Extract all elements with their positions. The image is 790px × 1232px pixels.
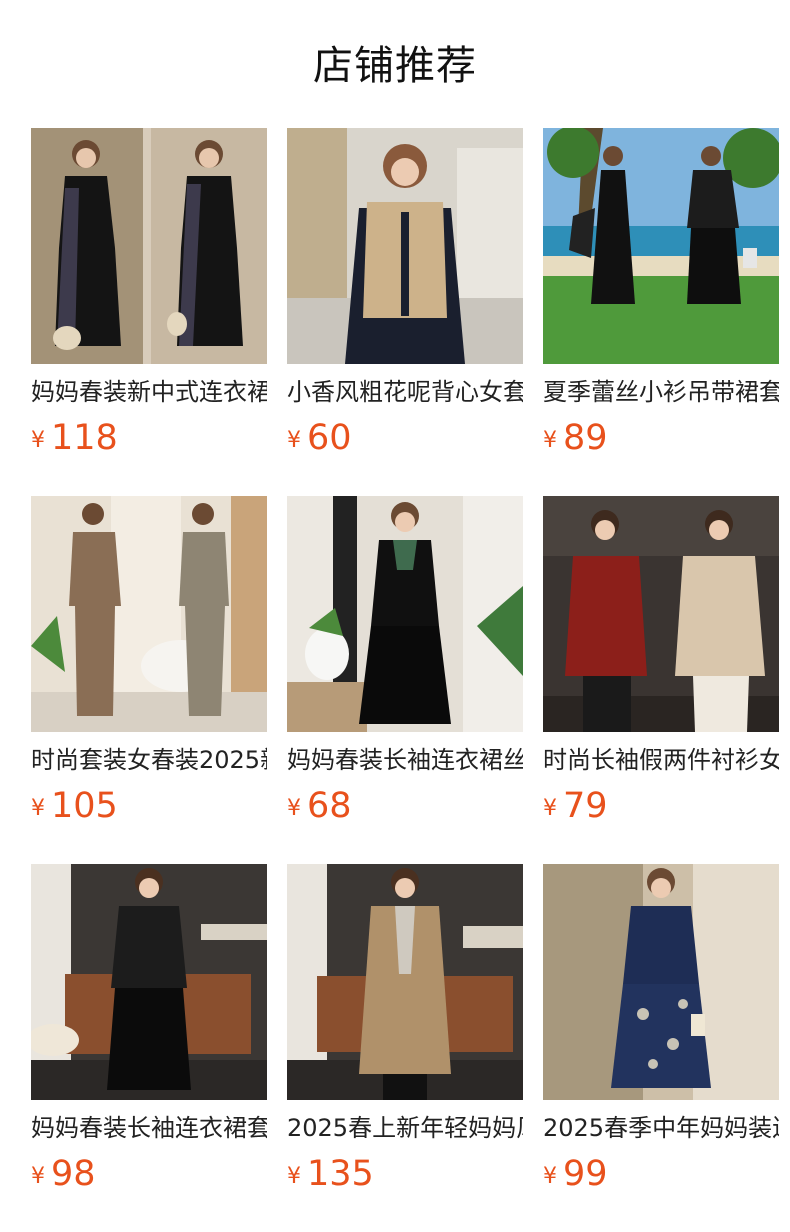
price-value: 135 <box>307 1154 374 1194</box>
page-title: 店铺推荐 <box>313 43 477 89</box>
product-image[interactable] <box>543 128 779 364</box>
currency-symbol: ¥ <box>287 428 301 453</box>
price-value: 68 <box>307 786 352 826</box>
currency-symbol: ¥ <box>31 428 45 453</box>
product-price: ¥135 <box>287 1152 374 1196</box>
product-card[interactable]: 妈妈春装长袖连衣裙套装 ¥98 <box>31 864 267 1204</box>
product-image[interactable] <box>31 496 267 732</box>
product-price: ¥98 <box>31 1152 96 1196</box>
product-name[interactable]: 妈妈春装长袖连衣裙丝绒 <box>287 743 523 777</box>
currency-symbol: ¥ <box>31 1164 45 1189</box>
product-image[interactable] <box>287 864 523 1100</box>
product-card[interactable]: 小香风粗花呢背心女套装 ¥60 <box>287 128 523 468</box>
currency-symbol: ¥ <box>543 1164 557 1189</box>
product-image[interactable] <box>287 496 523 732</box>
currency-symbol: ¥ <box>543 796 557 821</box>
price-value: 89 <box>563 418 608 458</box>
price-value: 79 <box>563 786 608 826</box>
product-card[interactable]: 2025春上新年轻妈妈风衣 ¥135 <box>287 864 523 1204</box>
currency-symbol: ¥ <box>31 796 45 821</box>
price-value: 98 <box>51 1154 96 1194</box>
product-name[interactable]: 2025春上新年轻妈妈风衣 <box>287 1111 523 1145</box>
currency-symbol: ¥ <box>543 428 557 453</box>
product-image[interactable] <box>543 864 779 1100</box>
price-value: 105 <box>51 786 118 826</box>
product-price: ¥79 <box>543 784 608 828</box>
price-value: 118 <box>51 418 118 458</box>
product-name[interactable]: 妈妈春装新中式连衣裙 <box>31 375 267 409</box>
product-image[interactable] <box>31 864 267 1100</box>
product-image[interactable] <box>31 128 267 364</box>
product-name[interactable]: 2025春季中年妈妈装连衣裙 <box>543 1111 779 1145</box>
product-price: ¥68 <box>287 784 352 828</box>
price-value: 99 <box>563 1154 608 1194</box>
product-card[interactable]: 妈妈春装长袖连衣裙丝绒 ¥68 <box>287 496 523 836</box>
product-price: ¥105 <box>31 784 118 828</box>
product-image[interactable] <box>287 128 523 364</box>
product-name[interactable]: 小香风粗花呢背心女套装 <box>287 375 523 409</box>
product-price: ¥89 <box>543 416 608 460</box>
currency-symbol: ¥ <box>287 796 301 821</box>
product-price: ¥99 <box>543 1152 608 1196</box>
product-card[interactable]: 时尚长袖假两件衬衫女 ¥79 <box>543 496 779 836</box>
product-card[interactable]: 2025春季中年妈妈装连衣裙 ¥99 <box>543 864 779 1204</box>
product-price: ¥60 <box>287 416 352 460</box>
product-name[interactable]: 妈妈春装长袖连衣裙套装 <box>31 1111 267 1145</box>
product-name[interactable]: 夏季蕾丝小衫吊带裙套装 <box>543 375 779 409</box>
product-card[interactable]: 妈妈春装新中式连衣裙 ¥118 <box>31 128 267 468</box>
product-name[interactable]: 时尚长袖假两件衬衫女 <box>543 743 779 777</box>
product-price: ¥118 <box>31 416 118 460</box>
product-card[interactable]: 夏季蕾丝小衫吊带裙套装 ¥89 <box>543 128 779 468</box>
product-card[interactable]: 时尚套装女春装2025新款 ¥105 <box>31 496 267 836</box>
price-value: 60 <box>307 418 352 458</box>
product-image[interactable] <box>543 496 779 732</box>
currency-symbol: ¥ <box>287 1164 301 1189</box>
product-name[interactable]: 时尚套装女春装2025新款 <box>31 743 267 777</box>
